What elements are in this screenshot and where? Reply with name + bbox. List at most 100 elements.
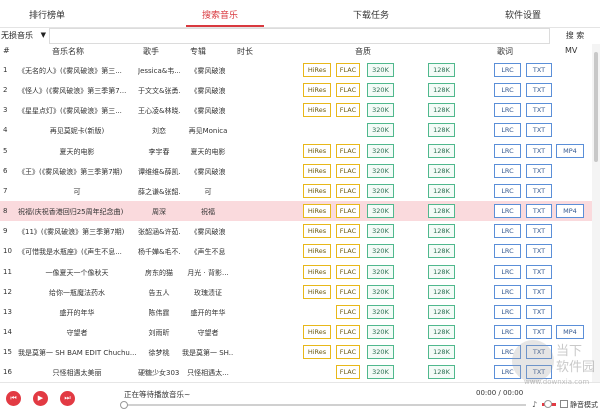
hires-download-button[interactable]: HiRes — [303, 103, 331, 118]
k320-download-button[interactable]: 320K — [367, 204, 394, 219]
table-row[interactable]: 2 《怪人》(《雾风破浪》第三季第7... 于文文&张勇... 《雾风破浪 HiRes F… — [0, 80, 592, 100]
txt-download-button[interactable]: TXT — [526, 63, 552, 77]
k128-download-button[interactable]: 128K — [428, 304, 455, 319]
txt-download-button[interactable]: TXT — [526, 83, 552, 98]
txt-download-button[interactable]: TXT — [526, 163, 552, 178]
hires-download-button[interactable]: HiRes — [303, 83, 331, 98]
previous-icon[interactable]: ⏮ — [6, 391, 21, 406]
lrc-download-button[interactable]: LRC — [494, 123, 521, 138]
table-row[interactable]: 6 《王》(《雾风破浪》第三季第7期) 谭维维&薛凯... 《雾风破浪 HiRes FLA… — [0, 161, 592, 181]
lrc-download-button[interactable]: LRC — [494, 183, 521, 198]
hires-download-button[interactable]: HiRes — [303, 204, 331, 219]
tab-downloads[interactable]: 下载任务 — [353, 8, 389, 21]
table-row[interactable]: 12 给你一瓶魔法药水 告五人 玫瑰渍证 HiRes FLAC 320K 128K LRC TXT — [0, 282, 592, 302]
flac-download-button[interactable]: FLAC — [336, 183, 360, 198]
txt-download-button[interactable]: TXT — [526, 103, 552, 118]
k320-download-button[interactable]: 320K — [367, 183, 394, 198]
lrc-download-button[interactable]: LRC — [494, 324, 521, 339]
k320-download-button[interactable]: 320K — [367, 324, 394, 339]
flac-download-button[interactable]: FLAC — [336, 224, 360, 239]
lrc-download-button[interactable]: LRC — [494, 204, 521, 219]
table-row[interactable]: 11 一像夏天一个像秋天 房东的猫 月光 · 背影... HiRes FLAC 320K 12… — [0, 262, 592, 282]
flac-download-button[interactable]: FLAC — [336, 63, 360, 77]
lrc-download-button[interactable]: LRC — [494, 284, 521, 299]
k128-download-button[interactable]: 128K — [428, 324, 455, 339]
k128-download-button[interactable]: 128K — [428, 103, 455, 118]
k128-download-button[interactable]: 128K — [428, 183, 455, 198]
progress-handle[interactable] — [120, 401, 128, 409]
flac-download-button[interactable]: FLAC — [336, 264, 360, 279]
k320-download-button[interactable]: 320K — [367, 163, 394, 178]
table-row[interactable]: 5 夏天的电影 李宇春 夏天的电影 HiRes FLAC 320K 128K LRC TXT MP4 — [0, 141, 592, 161]
flac-download-button[interactable]: FLAC — [336, 244, 360, 259]
lrc-download-button[interactable]: LRC — [494, 63, 521, 77]
hires-download-button[interactable]: HiRes — [303, 183, 331, 198]
k128-download-button[interactable]: 128K — [428, 83, 455, 98]
table-row[interactable]: 13 盛开的年华 陈伟霆 盛开的年华 FLAC 320K 128K LRC TXT — [0, 302, 592, 322]
flac-download-button[interactable]: FLAC — [336, 204, 360, 219]
k128-download-button[interactable]: 128K — [428, 224, 455, 239]
k320-download-button[interactable]: 320K — [367, 123, 394, 138]
txt-download-button[interactable]: TXT — [526, 324, 552, 339]
scrollbar-thumb[interactable] — [594, 52, 598, 162]
flac-download-button[interactable]: FLAC — [336, 83, 360, 98]
tab-search[interactable]: 搜索音乐 — [202, 8, 238, 21]
play-icon[interactable]: ▶ — [33, 391, 48, 406]
k128-download-button[interactable]: 128K — [428, 365, 455, 380]
hires-download-button[interactable]: HiRes — [303, 244, 331, 259]
flac-download-button[interactable]: FLAC — [336, 345, 360, 360]
hires-download-button[interactable]: HiRes — [303, 284, 331, 299]
flac-download-button[interactable]: FLAC — [336, 284, 360, 299]
hires-download-button[interactable]: HiRes — [303, 324, 331, 339]
k320-download-button[interactable]: 320K — [367, 224, 394, 239]
k128-download-button[interactable]: 128K — [428, 163, 455, 178]
lrc-download-button[interactable]: LRC — [494, 304, 521, 319]
table-row[interactable]: 7 可 薛之谦&张韶... 可 HiRes FLAC 320K 128K LRC TXT — [0, 181, 592, 201]
txt-download-button[interactable]: TXT — [526, 244, 552, 259]
hires-download-button[interactable]: HiRes — [303, 63, 331, 77]
next-icon[interactable]: ⏭ — [60, 391, 75, 406]
lrc-download-button[interactable]: LRC — [494, 244, 521, 259]
k320-download-button[interactable]: 320K — [367, 264, 394, 279]
hires-download-button[interactable]: HiRes — [303, 264, 331, 279]
k128-download-button[interactable]: 128K — [428, 264, 455, 279]
lrc-download-button[interactable]: LRC — [494, 163, 521, 178]
k128-download-button[interactable]: 128K — [428, 204, 455, 219]
k320-download-button[interactable]: 320K — [367, 244, 394, 259]
flac-download-button[interactable]: FLAC — [336, 324, 360, 339]
tab-settings[interactable]: 软件设置 — [505, 8, 541, 21]
flac-download-button[interactable]: FLAC — [336, 103, 360, 118]
lrc-download-button[interactable]: LRC — [494, 83, 521, 98]
table-row[interactable]: 10 《可惜我是水瓶座》(《声生不息... 杨千嬅&毛不... 《声生不息 HiRes F… — [0, 241, 592, 261]
k320-download-button[interactable]: 320K — [367, 345, 394, 360]
progress-bar[interactable] — [124, 404, 526, 406]
flac-download-button[interactable]: FLAC — [336, 163, 360, 178]
table-row[interactable]: 1 《无名的人》(《雾风破浪》第三... Jessica&韦... 《雾风破浪 HiRe… — [0, 60, 592, 80]
hires-download-button[interactable]: HiRes — [303, 163, 331, 178]
search-input[interactable] — [49, 28, 550, 44]
volume-handle[interactable] — [544, 400, 552, 408]
mute-checkbox[interactable] — [560, 400, 568, 408]
table-row[interactable]: 16只怪相遇太美丽硬糖少女303...只怪相遇太...FLAC320K128KL… — [0, 362, 592, 382]
mp4-download-button[interactable]: MP4 — [556, 143, 584, 158]
table-row[interactable]: 15 我是莫第一 SH BAM EDIT Chuchu... 徐梦桃 我是莫第一 SH… — [0, 342, 592, 362]
lrc-download-button[interactable]: LRC — [494, 224, 521, 239]
txt-download-button[interactable]: TXT — [526, 204, 552, 219]
k128-download-button[interactable]: 128K — [428, 284, 455, 299]
k128-download-button[interactable]: 128K — [428, 143, 455, 158]
txt-download-button[interactable]: TXT — [526, 143, 552, 158]
flac-download-button[interactable]: FLAC — [336, 365, 360, 380]
txt-download-button[interactable]: TXT — [526, 284, 552, 299]
txt-download-button[interactable]: TXT — [526, 183, 552, 198]
hires-download-button[interactable]: HiRes — [303, 224, 331, 239]
txt-download-button[interactable]: TXT — [526, 123, 552, 138]
k320-download-button[interactable]: 320K — [367, 284, 394, 299]
k320-download-button[interactable]: 320K — [367, 63, 394, 77]
k320-download-button[interactable]: 320K — [367, 304, 394, 319]
table-row[interactable]: 9 《11》(《雾风破浪》第三季第7期) 张韶涵&许茹... 《雾风破浪 HiRes FL… — [0, 221, 592, 241]
mp4-download-button[interactable]: MP4 — [556, 204, 584, 219]
k128-download-button[interactable]: 128K — [428, 345, 455, 360]
k320-download-button[interactable]: 320K — [367, 143, 394, 158]
k320-download-button[interactable]: 320K — [367, 103, 394, 118]
txt-download-button[interactable]: TXT — [526, 224, 552, 239]
